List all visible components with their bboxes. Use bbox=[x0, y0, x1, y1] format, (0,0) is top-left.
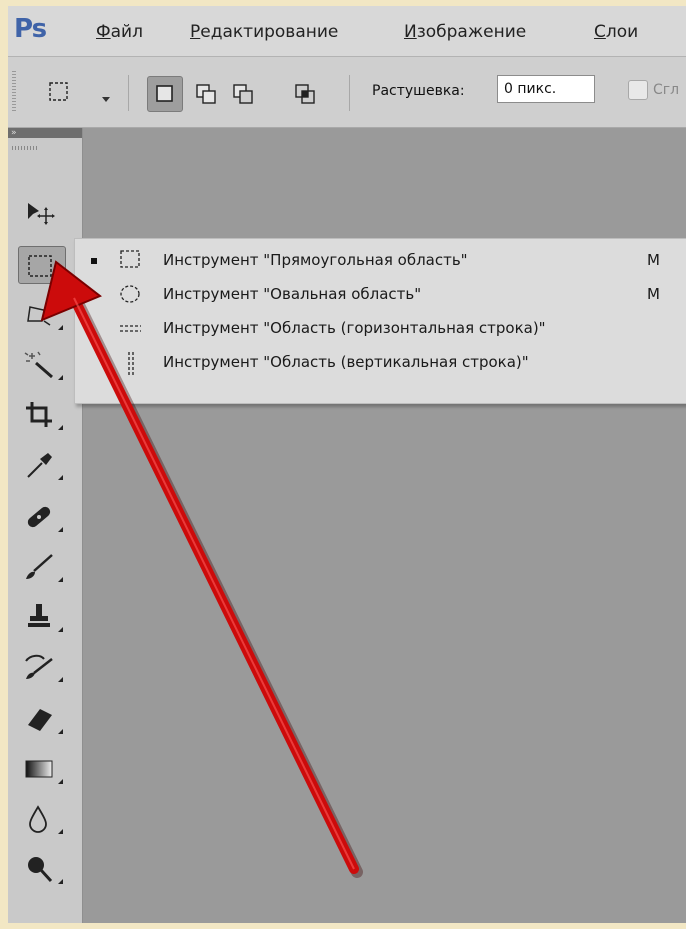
menu-image[interactable]: Изображение bbox=[404, 22, 526, 42]
chevron-down-icon[interactable] bbox=[101, 89, 111, 108]
single-row-marquee-icon bbox=[119, 317, 143, 343]
brush-tool[interactable] bbox=[18, 548, 66, 586]
options-bar: Растушевка: Сгл bbox=[8, 57, 686, 128]
tool-preset-marquee-icon[interactable] bbox=[48, 81, 70, 107]
move-tool[interactable] bbox=[18, 194, 66, 232]
anti-alias-checkbox[interactable] bbox=[628, 80, 648, 100]
add-to-selection-icon[interactable] bbox=[195, 83, 219, 111]
flyout-item-single-column-marquee[interactable]: Инструмент "Область (вертикальная строка… bbox=[75, 345, 686, 379]
menu-layers[interactable]: Слои bbox=[594, 22, 638, 42]
history-brush-tool[interactable] bbox=[18, 648, 66, 686]
lasso-tool[interactable] bbox=[18, 296, 66, 334]
menu-bar: Ps Файл Редактирование Изображение Слои bbox=[8, 6, 686, 57]
tool-group-indicator bbox=[58, 879, 63, 884]
gradient-icon bbox=[25, 760, 53, 778]
dodge-tool[interactable] bbox=[18, 850, 66, 888]
options-divider bbox=[349, 75, 350, 111]
drop-icon bbox=[29, 805, 47, 833]
photoshop-window: Ps Файл Редактирование Изображение Слои … bbox=[8, 6, 686, 923]
crop-tool[interactable] bbox=[18, 396, 66, 434]
history-brush-icon bbox=[25, 654, 53, 679]
feather-input[interactable] bbox=[497, 75, 595, 103]
flyout-item-elliptical-marquee[interactable]: Инструмент "Овальная область" M bbox=[75, 277, 686, 311]
marquee-tools-flyout: Инструмент "Прямоугольная область" M Инс… bbox=[74, 238, 686, 404]
tool-group-indicator bbox=[58, 475, 63, 480]
selected-bullet bbox=[91, 258, 97, 264]
tool-group-indicator bbox=[57, 274, 62, 279]
rectangular-marquee-tool[interactable] bbox=[18, 246, 66, 284]
lasso-icon bbox=[27, 306, 51, 326]
subtract-from-selection-icon[interactable] bbox=[232, 83, 256, 111]
rectangular-marquee-icon bbox=[119, 249, 143, 275]
move-icon bbox=[28, 203, 55, 225]
anti-alias-label: Сгл bbox=[653, 82, 680, 98]
single-column-marquee-icon bbox=[119, 351, 143, 381]
tool-group-indicator bbox=[58, 577, 63, 582]
feather-label: Растушевка: bbox=[372, 83, 465, 99]
flyout-item-rectangular-marquee[interactable]: Инструмент "Прямоугольная область" M bbox=[75, 243, 686, 277]
ps-logo: Ps bbox=[14, 14, 47, 44]
tool-group-indicator bbox=[58, 325, 63, 330]
bandage-icon bbox=[27, 506, 51, 528]
tool-group-indicator bbox=[58, 779, 63, 784]
intersect-selection-icon[interactable] bbox=[294, 83, 318, 111]
options-divider bbox=[128, 75, 129, 111]
tool-group-indicator bbox=[58, 425, 63, 430]
eraser-icon bbox=[28, 709, 52, 731]
stamp-icon bbox=[28, 604, 50, 627]
tool-group-indicator bbox=[58, 627, 63, 632]
tool-group-indicator bbox=[58, 527, 63, 532]
tool-group-indicator bbox=[58, 677, 63, 682]
clone-stamp-tool[interactable] bbox=[18, 598, 66, 636]
eyedropper-icon bbox=[27, 453, 52, 478]
red-arrow-annotation bbox=[40, 260, 363, 878]
new-selection-button[interactable] bbox=[147, 76, 183, 112]
healing-brush-tool[interactable] bbox=[18, 498, 66, 536]
dodge-icon bbox=[28, 857, 53, 883]
options-bar-grip[interactable] bbox=[12, 71, 16, 113]
tools-panel: » bbox=[8, 128, 83, 923]
eyedropper-tool[interactable] bbox=[18, 446, 66, 484]
tool-group-indicator bbox=[58, 375, 63, 380]
crop-icon bbox=[26, 402, 52, 427]
magic-wand-tool[interactable] bbox=[18, 346, 66, 384]
menu-file[interactable]: Файл bbox=[96, 22, 143, 42]
rectangular-marquee-icon bbox=[28, 255, 52, 277]
eraser-tool[interactable] bbox=[18, 700, 66, 738]
menu-edit[interactable]: Редактирование bbox=[190, 22, 338, 42]
tool-group-indicator bbox=[58, 829, 63, 834]
collapse-panel-button[interactable]: » bbox=[8, 128, 82, 138]
flyout-item-single-row-marquee[interactable]: Инструмент "Область (горизонтальная стро… bbox=[75, 311, 686, 345]
elliptical-marquee-icon bbox=[119, 283, 143, 309]
gradient-tool[interactable] bbox=[18, 750, 66, 788]
tools-panel-grip[interactable] bbox=[12, 146, 38, 150]
brush-icon bbox=[26, 554, 53, 579]
tool-group-indicator bbox=[58, 729, 63, 734]
magic-wand-icon bbox=[24, 351, 53, 379]
blur-tool[interactable] bbox=[18, 800, 66, 838]
